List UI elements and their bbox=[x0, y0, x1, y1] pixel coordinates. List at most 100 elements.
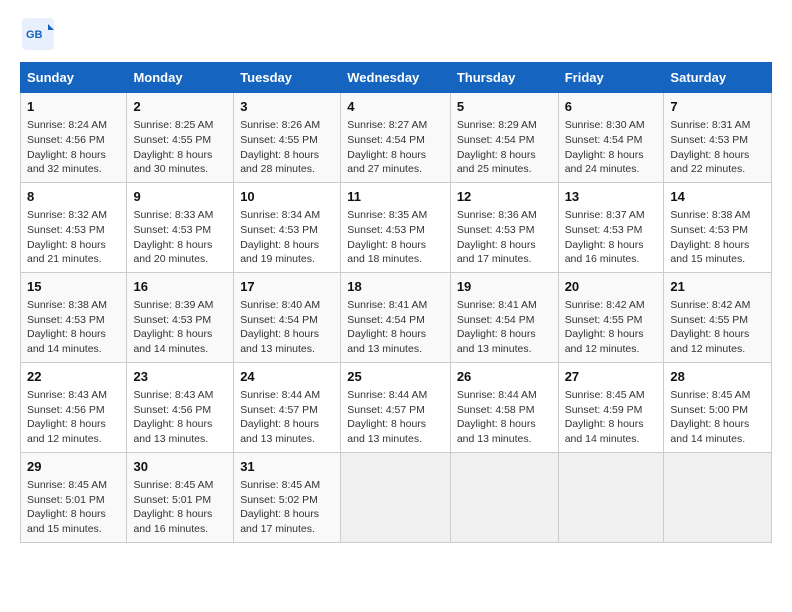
header-day: Monday bbox=[127, 63, 234, 93]
cell-info: Sunrise: 8:41 AMSunset: 4:54 PMDaylight:… bbox=[347, 299, 427, 355]
calendar-cell: 27 Sunrise: 8:45 AMSunset: 4:59 PMDayligh… bbox=[558, 362, 664, 452]
cell-info: Sunrise: 8:45 AMSunset: 4:59 PMDaylight:… bbox=[565, 389, 645, 445]
cell-info: Sunrise: 8:43 AMSunset: 4:56 PMDaylight:… bbox=[133, 389, 213, 445]
day-number: 29 bbox=[27, 458, 120, 476]
calendar-week: 15Sunrise: 8:38 AMSunset: 4:53 PMDayligh… bbox=[21, 272, 772, 362]
day-number: 15 bbox=[27, 278, 120, 296]
day-number: 16 bbox=[133, 278, 227, 296]
calendar-cell bbox=[664, 452, 772, 542]
calendar-cell: 15Sunrise: 8:38 AMSunset: 4:53 PMDayligh… bbox=[21, 272, 127, 362]
calendar-cell: 12 Sunrise: 8:36 AMSunset: 4:53 PMDayligh… bbox=[450, 182, 558, 272]
day-number: 23 bbox=[133, 368, 227, 386]
cell-info: Sunrise: 8:43 AMSunset: 4:56 PMDaylight:… bbox=[27, 389, 107, 445]
calendar-cell: 3 Sunrise: 8:26 AMSunset: 4:55 PMDaylight… bbox=[234, 93, 341, 183]
header-day: Sunday bbox=[21, 63, 127, 93]
cell-info: Sunrise: 8:24 AMSunset: 4:56 PMDaylight:… bbox=[27, 119, 107, 175]
calendar-cell: 16 Sunrise: 8:39 AMSunset: 4:53 PMDayligh… bbox=[127, 272, 234, 362]
cell-info: Sunrise: 8:35 AMSunset: 4:53 PMDaylight:… bbox=[347, 209, 427, 265]
calendar-cell: 4 Sunrise: 8:27 AMSunset: 4:54 PMDaylight… bbox=[341, 93, 451, 183]
calendar-cell: 24Sunrise: 8:44 AMSunset: 4:57 PMDayligh… bbox=[234, 362, 341, 452]
calendar-cell: 14 Sunrise: 8:38 AMSunset: 4:53 PMDayligh… bbox=[664, 182, 772, 272]
day-number: 7 bbox=[670, 98, 765, 116]
cell-info: Sunrise: 8:39 AMSunset: 4:53 PMDaylight:… bbox=[133, 299, 213, 355]
header-day: Friday bbox=[558, 63, 664, 93]
calendar-body: 1 Sunrise: 8:24 AMSunset: 4:56 PMDaylight… bbox=[21, 93, 772, 543]
day-number: 25 bbox=[347, 368, 444, 386]
logo: GB bbox=[20, 16, 62, 52]
cell-info: Sunrise: 8:45 AMSunset: 5:02 PMDaylight:… bbox=[240, 479, 320, 535]
day-number: 2 bbox=[133, 98, 227, 116]
header-day: Tuesday bbox=[234, 63, 341, 93]
cell-info: Sunrise: 8:38 AMSunset: 4:53 PMDaylight:… bbox=[670, 209, 750, 265]
day-number: 5 bbox=[457, 98, 552, 116]
calendar-cell: 25 Sunrise: 8:44 AMSunset: 4:57 PMDayligh… bbox=[341, 362, 451, 452]
cell-info: Sunrise: 8:45 AMSunset: 5:00 PMDaylight:… bbox=[670, 389, 750, 445]
logo-icon: GB bbox=[20, 16, 56, 52]
cell-info: Sunrise: 8:36 AMSunset: 4:53 PMDaylight:… bbox=[457, 209, 537, 265]
day-number: 20 bbox=[565, 278, 658, 296]
calendar-cell: 5 Sunrise: 8:29 AMSunset: 4:54 PMDaylight… bbox=[450, 93, 558, 183]
calendar-cell: 2Sunrise: 8:25 AMSunset: 4:55 PMDaylight… bbox=[127, 93, 234, 183]
calendar-cell: 13 Sunrise: 8:37 AMSunset: 4:53 PMDayligh… bbox=[558, 182, 664, 272]
calendar-cell: 9 Sunrise: 8:33 AMSunset: 4:53 PMDaylight… bbox=[127, 182, 234, 272]
calendar-week: 1 Sunrise: 8:24 AMSunset: 4:56 PMDaylight… bbox=[21, 93, 772, 183]
calendar-cell: 23 Sunrise: 8:43 AMSunset: 4:56 PMDayligh… bbox=[127, 362, 234, 452]
calendar-cell: 22Sunrise: 8:43 AMSunset: 4:56 PMDayligh… bbox=[21, 362, 127, 452]
calendar-cell: 1 Sunrise: 8:24 AMSunset: 4:56 PMDaylight… bbox=[21, 93, 127, 183]
day-number: 28 bbox=[670, 368, 765, 386]
cell-info: Sunrise: 8:45 AMSunset: 5:01 PMDaylight:… bbox=[27, 479, 107, 535]
calendar-cell: 18Sunrise: 8:41 AMSunset: 4:54 PMDayligh… bbox=[341, 272, 451, 362]
svg-text:GB: GB bbox=[26, 29, 43, 41]
cell-info: Sunrise: 8:27 AMSunset: 4:54 PMDaylight:… bbox=[347, 119, 427, 175]
calendar-week: 22Sunrise: 8:43 AMSunset: 4:56 PMDayligh… bbox=[21, 362, 772, 452]
header-day: Wednesday bbox=[341, 63, 451, 93]
day-number: 19 bbox=[457, 278, 552, 296]
calendar-week: 29 Sunrise: 8:45 AMSunset: 5:01 PMDayligh… bbox=[21, 452, 772, 542]
calendar-cell: 30 Sunrise: 8:45 AMSunset: 5:01 PMDayligh… bbox=[127, 452, 234, 542]
calendar-cell: 7 Sunrise: 8:31 AMSunset: 4:53 PMDaylight… bbox=[664, 93, 772, 183]
cell-info: Sunrise: 8:42 AMSunset: 4:55 PMDaylight:… bbox=[670, 299, 750, 355]
header-row: SundayMondayTuesdayWednesdayThursdayFrid… bbox=[21, 63, 772, 93]
header: GB bbox=[20, 16, 772, 52]
cell-info: Sunrise: 8:44 AMSunset: 4:57 PMDaylight:… bbox=[240, 389, 320, 445]
day-number: 26 bbox=[457, 368, 552, 386]
cell-info: Sunrise: 8:33 AMSunset: 4:53 PMDaylight:… bbox=[133, 209, 213, 265]
calendar-cell: 28 Sunrise: 8:45 AMSunset: 5:00 PMDayligh… bbox=[664, 362, 772, 452]
calendar-header: SundayMondayTuesdayWednesdayThursdayFrid… bbox=[21, 63, 772, 93]
cell-info: Sunrise: 8:37 AMSunset: 4:53 PMDaylight:… bbox=[565, 209, 645, 265]
day-number: 4 bbox=[347, 98, 444, 116]
day-number: 3 bbox=[240, 98, 334, 116]
cell-info: Sunrise: 8:34 AMSunset: 4:53 PMDaylight:… bbox=[240, 209, 320, 265]
calendar-cell: 26 Sunrise: 8:44 AMSunset: 4:58 PMDayligh… bbox=[450, 362, 558, 452]
day-number: 27 bbox=[565, 368, 658, 386]
cell-info: Sunrise: 8:45 AMSunset: 5:01 PMDaylight:… bbox=[133, 479, 213, 535]
day-number: 14 bbox=[670, 188, 765, 206]
day-number: 30 bbox=[133, 458, 227, 476]
calendar-cell: 20Sunrise: 8:42 AMSunset: 4:55 PMDayligh… bbox=[558, 272, 664, 362]
cell-info: Sunrise: 8:44 AMSunset: 4:58 PMDaylight:… bbox=[457, 389, 537, 445]
cell-info: Sunrise: 8:26 AMSunset: 4:55 PMDaylight:… bbox=[240, 119, 320, 175]
cell-info: Sunrise: 8:31 AMSunset: 4:53 PMDaylight:… bbox=[670, 119, 750, 175]
header-day: Saturday bbox=[664, 63, 772, 93]
day-number: 1 bbox=[27, 98, 120, 116]
header-day: Thursday bbox=[450, 63, 558, 93]
cell-info: Sunrise: 8:29 AMSunset: 4:54 PMDaylight:… bbox=[457, 119, 537, 175]
calendar-page: GB SundayMondayTuesdayWednesdayThursdayF… bbox=[0, 0, 792, 612]
day-number: 13 bbox=[565, 188, 658, 206]
day-number: 9 bbox=[133, 188, 227, 206]
calendar-cell: 21 Sunrise: 8:42 AMSunset: 4:55 PMDayligh… bbox=[664, 272, 772, 362]
day-number: 11 bbox=[347, 188, 444, 206]
day-number: 8 bbox=[27, 188, 120, 206]
day-number: 10 bbox=[240, 188, 334, 206]
calendar-cell: 8Sunrise: 8:32 AMSunset: 4:53 PMDaylight… bbox=[21, 182, 127, 272]
cell-info: Sunrise: 8:41 AMSunset: 4:54 PMDaylight:… bbox=[457, 299, 537, 355]
calendar-cell: 31 Sunrise: 8:45 AMSunset: 5:02 PMDayligh… bbox=[234, 452, 341, 542]
day-number: 31 bbox=[240, 458, 334, 476]
calendar-cell bbox=[450, 452, 558, 542]
day-number: 21 bbox=[670, 278, 765, 296]
day-number: 12 bbox=[457, 188, 552, 206]
calendar-table: SundayMondayTuesdayWednesdayThursdayFrid… bbox=[20, 62, 772, 543]
cell-info: Sunrise: 8:44 AMSunset: 4:57 PMDaylight:… bbox=[347, 389, 427, 445]
calendar-cell bbox=[558, 452, 664, 542]
calendar-week: 8Sunrise: 8:32 AMSunset: 4:53 PMDaylight… bbox=[21, 182, 772, 272]
